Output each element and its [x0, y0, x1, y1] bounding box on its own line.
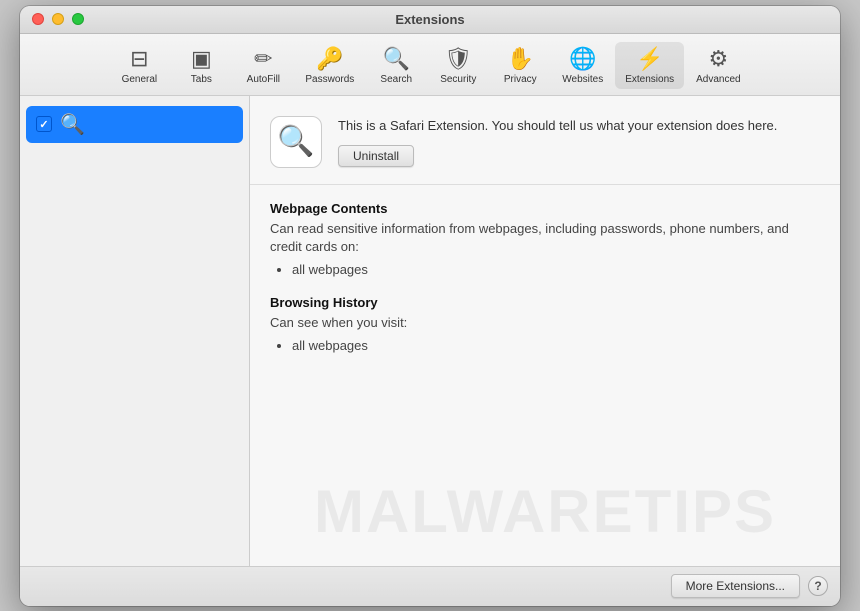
perm-list-history: all webpages	[292, 338, 820, 353]
perm-desc-history: Can see when you visit:	[270, 314, 820, 332]
extension-info: This is a Safari Extension. You should t…	[338, 116, 820, 168]
permission-group-webpage-contents: Webpage Contents Can read sensitive info…	[270, 201, 820, 277]
perm-list-item: all webpages	[292, 262, 820, 277]
extension-icon: 🔍	[270, 116, 322, 168]
toolbar-item-general[interactable]: ⊟ General	[109, 42, 169, 89]
general-icon: ⊟	[130, 46, 148, 72]
help-button[interactable]: ?	[808, 576, 828, 596]
toolbar-label-general: General	[122, 74, 158, 85]
extensions-sidebar: 🔍	[20, 96, 250, 566]
uninstall-button[interactable]: Uninstall	[338, 145, 414, 167]
toolbar-label-privacy: Privacy	[504, 74, 537, 85]
tabs-icon: ▣	[191, 46, 212, 72]
privacy-icon: ✋	[507, 46, 534, 72]
extension-search-icon: 🔍	[60, 112, 85, 137]
toolbar-item-privacy[interactable]: ✋ Privacy	[490, 42, 550, 89]
extension-description: This is a Safari Extension. You should t…	[338, 116, 820, 136]
maximize-button[interactable]	[72, 13, 84, 25]
toolbar-item-websites[interactable]: 🌐 Websites	[552, 42, 613, 89]
close-button[interactable]	[32, 13, 44, 25]
more-extensions-button[interactable]: More Extensions...	[671, 574, 800, 598]
toolbar-item-search[interactable]: 🔍 Search	[366, 42, 426, 89]
extension-checkbox[interactable]	[36, 116, 52, 132]
passwords-icon: 🔑	[316, 46, 343, 72]
toolbar-item-extensions[interactable]: ⚡ Extensions	[615, 42, 684, 89]
minimize-button[interactable]	[52, 13, 64, 25]
safari-preferences-window: Extensions ⊟ General ▣ Tabs ✏ AutoFill 🔑…	[20, 6, 840, 606]
perm-desc-webpage: Can read sensitive information from webp…	[270, 220, 820, 256]
search-toolbar-icon: 🔍	[383, 46, 410, 72]
security-icon: 🛡	[444, 46, 472, 72]
advanced-icon: ⚙	[709, 46, 729, 72]
extension-icon-symbol: 🔍	[277, 124, 314, 159]
toolbar-item-advanced[interactable]: ⚙ Advanced	[686, 42, 750, 89]
sidebar-item-search-extension[interactable]: 🔍	[26, 106, 243, 143]
toolbar-label-tabs: Tabs	[191, 74, 212, 85]
toolbar: ⊟ General ▣ Tabs ✏ AutoFill 🔑 Passwords …	[20, 34, 840, 96]
permissions-section: Webpage Contents Can read sensitive info…	[250, 185, 840, 388]
toolbar-label-search: Search	[380, 74, 412, 85]
toolbar-item-autofill[interactable]: ✏ AutoFill	[233, 42, 293, 89]
toolbar-label-extensions: Extensions	[625, 74, 674, 85]
extension-detail-panel: MALWARETIPS 🔍 This is a Safari Extension…	[250, 96, 840, 566]
permission-group-browsing-history: Browsing History Can see when you visit:…	[270, 295, 820, 353]
extension-header: 🔍 This is a Safari Extension. You should…	[250, 96, 840, 185]
autofill-icon: ✏	[254, 46, 272, 72]
window-title: Extensions	[395, 12, 464, 27]
perm-list-item: all webpages	[292, 338, 820, 353]
toolbar-item-security[interactable]: 🛡 Security	[428, 42, 488, 89]
window-controls	[32, 13, 84, 25]
watermark: MALWARETIPS	[250, 477, 840, 546]
toolbar-label-autofill: AutoFill	[247, 74, 280, 85]
toolbar-item-passwords[interactable]: 🔑 Passwords	[295, 42, 364, 89]
websites-icon: 🌐	[569, 46, 596, 72]
main-content: 🔍 MALWARETIPS 🔍 This is a Safari Extensi…	[20, 96, 840, 566]
toolbar-item-tabs[interactable]: ▣ Tabs	[171, 42, 231, 89]
perm-title-history: Browsing History	[270, 295, 820, 310]
titlebar: Extensions	[20, 6, 840, 34]
extensions-icon: ⚡	[636, 46, 663, 72]
toolbar-label-websites: Websites	[562, 74, 603, 85]
perm-list-webpage: all webpages	[292, 262, 820, 277]
toolbar-label-security: Security	[440, 74, 476, 85]
toolbar-label-passwords: Passwords	[305, 74, 354, 85]
toolbar-label-advanced: Advanced	[696, 74, 740, 85]
window-footer: More Extensions... ?	[20, 566, 840, 606]
perm-title-webpage: Webpage Contents	[270, 201, 820, 216]
